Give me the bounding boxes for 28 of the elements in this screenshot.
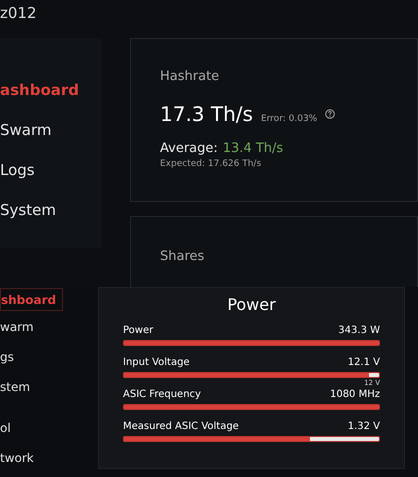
metric-label: Power — [123, 324, 154, 337]
card-title: Shares — [160, 248, 206, 266]
help-icon[interactable] — [325, 108, 336, 118]
metric-reading: 1080 MHz — [330, 388, 380, 401]
nav-item[interactable]: Logs — [0, 160, 35, 181]
panel-title: Power — [226, 294, 277, 316]
nav-item[interactable]: shboard — [0, 288, 64, 312]
nav-item[interactable]: System — [0, 200, 56, 221]
nav-item[interactable]: stem — [0, 376, 36, 399]
metric-label: Measured ASIC Voltage — [123, 420, 239, 433]
metric-reading: 1.32 V — [348, 420, 380, 433]
metric-label: ASIC Frequency — [123, 388, 201, 401]
error-text: Error: 0.03% — [260, 112, 318, 126]
metric-label: Input Voltage — [123, 356, 190, 369]
device-name: z012 — [0, 2, 37, 24]
nav-item[interactable]: Swarm — [0, 120, 52, 141]
nav-item[interactable]: warm — [0, 315, 40, 338]
nav-item[interactable]: ashboard — [0, 80, 80, 101]
nav-item[interactable]: ol — [0, 416, 17, 440]
nav-item[interactable]: gs — [0, 345, 20, 369]
average-label: Average: — [160, 140, 218, 158]
expected-text: Expected: 17.626 Th/s — [160, 158, 262, 171]
nav-item[interactable]: twork — [0, 446, 40, 470]
metric-reading: 12.1 V — [348, 356, 380, 369]
metric-reading: 343.3 W — [338, 324, 380, 337]
average-value: 13.4 Th/s — [222, 140, 284, 158]
hashrate-value: 17.3 Th/s — [160, 100, 253, 128]
card-title: Hashrate — [160, 68, 220, 86]
